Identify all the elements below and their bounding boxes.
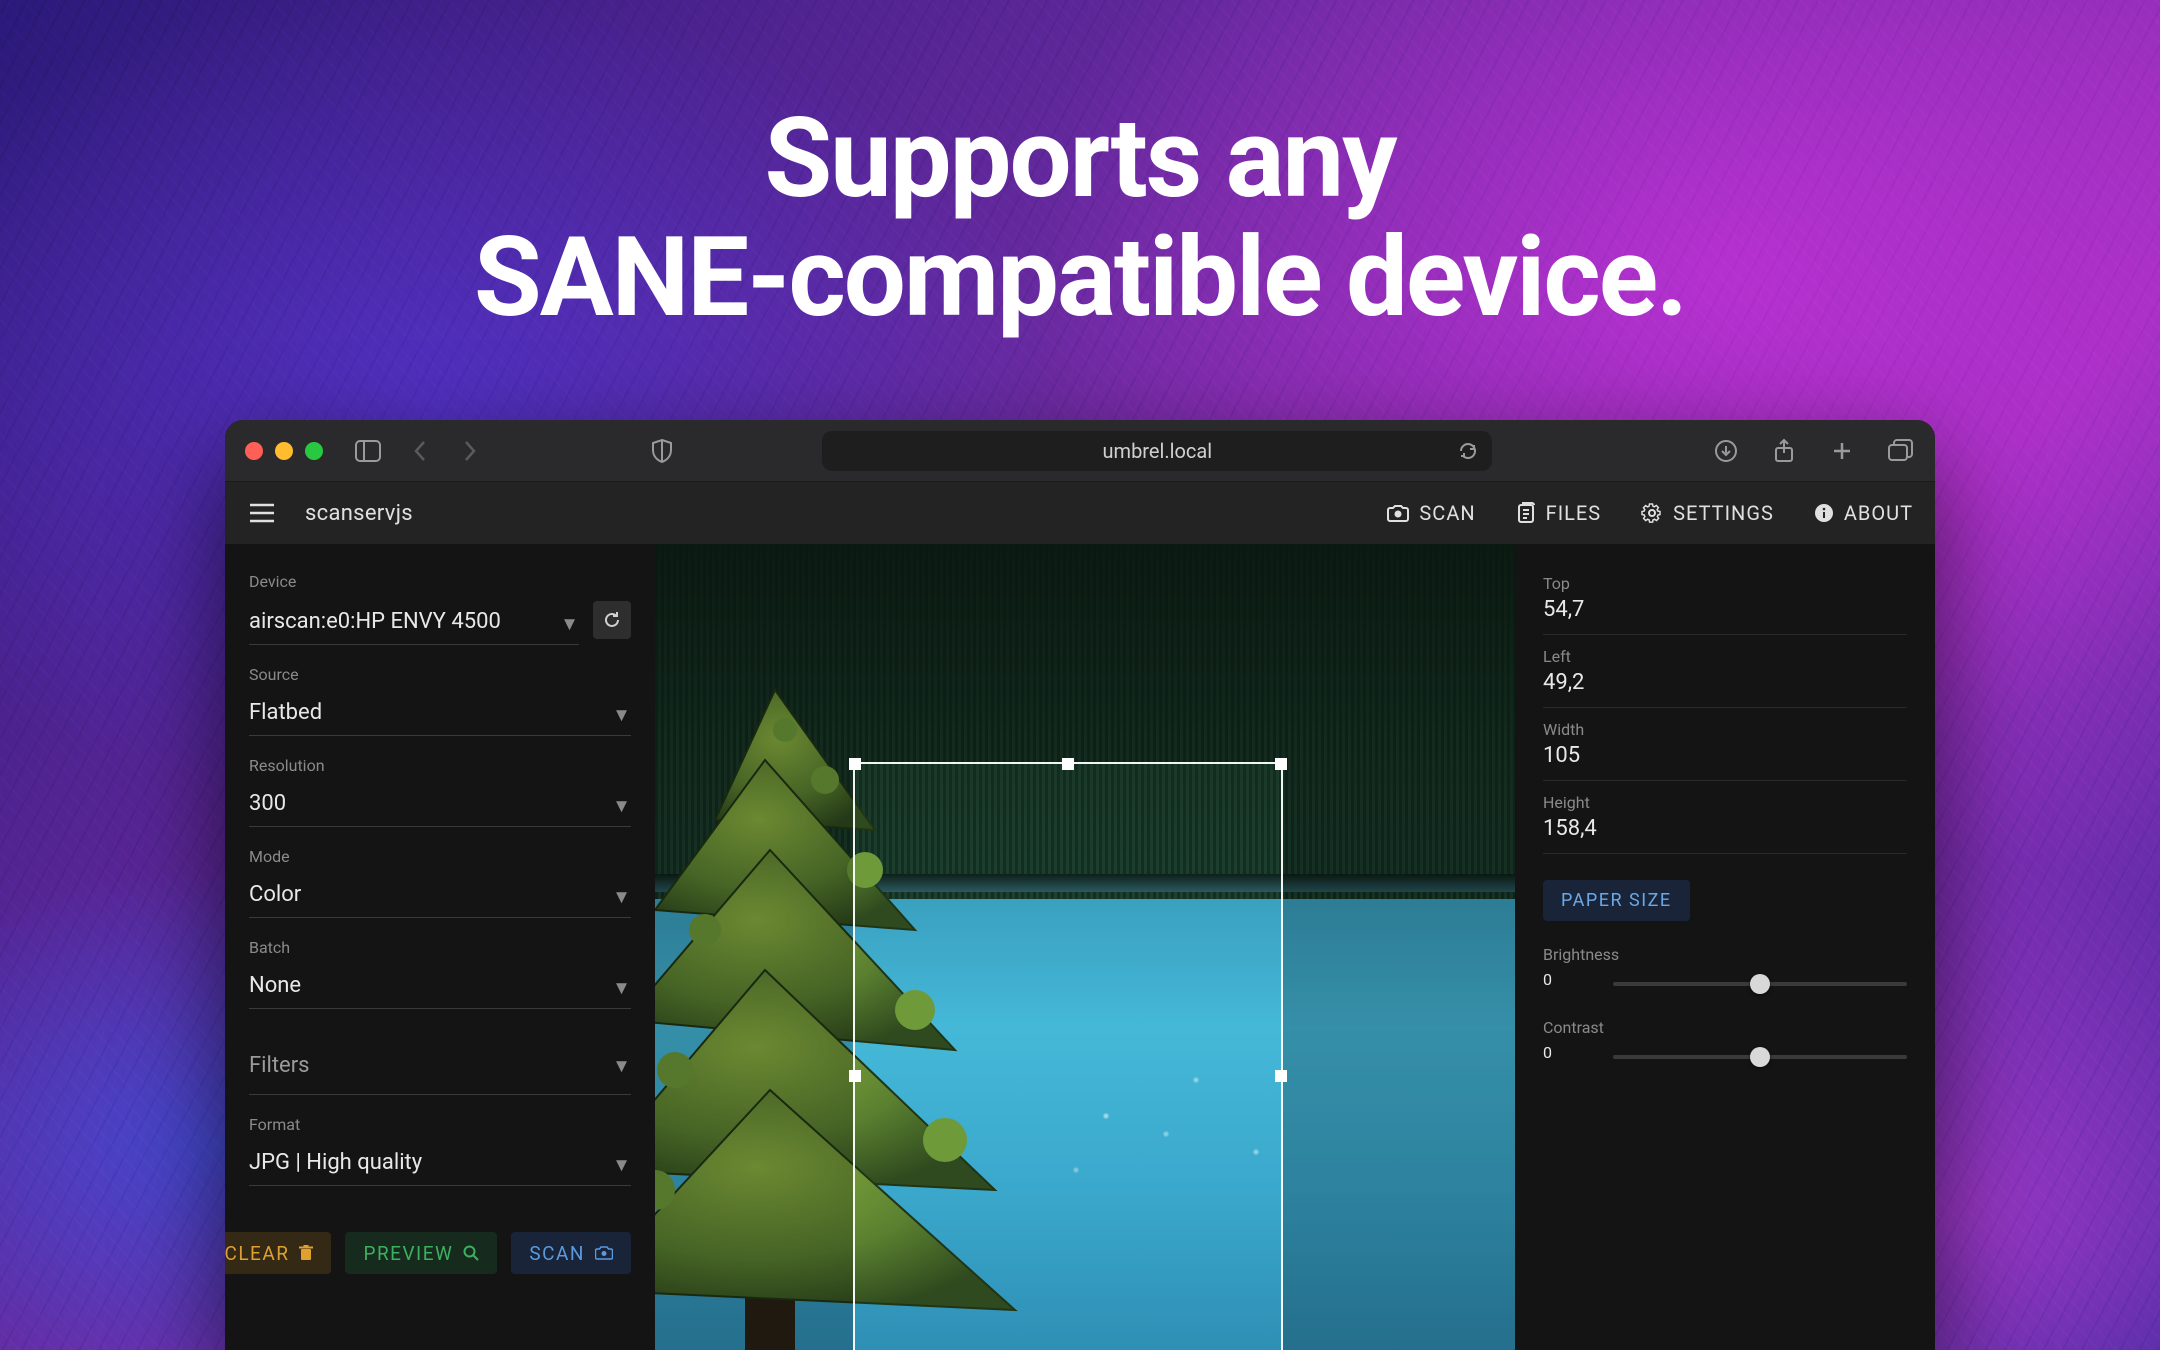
magnify-icon: [463, 1245, 479, 1261]
crop-handle-tm[interactable]: [1062, 758, 1074, 770]
preview-button-label: PREVIEW: [363, 1242, 453, 1265]
resolution-select-value: 300: [249, 791, 286, 816]
format-select[interactable]: JPG | High quality ▾: [249, 1144, 631, 1186]
filters-expander[interactable]: Filters ▾: [249, 1037, 631, 1095]
back-button[interactable]: [405, 436, 435, 466]
privacy-shield-icon[interactable]: [647, 436, 677, 466]
top-label: Top: [1543, 574, 1907, 593]
batch-select[interactable]: None ▾: [249, 967, 631, 1009]
crop-handle-tr[interactable]: [1275, 758, 1287, 770]
paper-size-button[interactable]: PAPER SIZE: [1543, 880, 1690, 921]
chevron-down-icon: ▾: [616, 793, 627, 818]
url-text: umbrel.local: [1103, 439, 1213, 463]
forward-button[interactable]: [455, 436, 485, 466]
refresh-devices-button[interactable]: [593, 601, 631, 639]
window-controls: [245, 442, 323, 460]
maximize-window-button[interactable]: [305, 442, 323, 460]
app-toolbar: scanservjs SCAN FILES SETTINGS ABOUT: [225, 482, 1935, 544]
left-value[interactable]: 49,2: [1543, 666, 1907, 708]
chevron-down-icon: ▾: [616, 884, 627, 909]
tabs-overview-icon[interactable]: [1885, 436, 1915, 466]
source-select[interactable]: Flatbed ▾: [249, 694, 631, 736]
crop-handle-ml[interactable]: [849, 1070, 861, 1082]
format-label: Format: [249, 1115, 631, 1134]
settings-panel: Device airscan:e0:HP ENVY 4500 ▾ Source …: [225, 544, 655, 1350]
contrast-label: Contrast: [1543, 1018, 1604, 1037]
camera-icon: [1387, 504, 1409, 522]
brightness-value: 0: [1543, 970, 1593, 989]
preview-canvas[interactable]: [655, 544, 1515, 1350]
new-tab-icon[interactable]: [1827, 436, 1857, 466]
resolution-select[interactable]: 300 ▾: [249, 785, 631, 827]
camera-icon: [595, 1246, 613, 1260]
nav-about[interactable]: ABOUT: [1814, 501, 1913, 525]
nav-about-label: ABOUT: [1844, 501, 1913, 525]
hero-headline: Supports any SANE-compatible device.: [0, 100, 2160, 338]
brightness-slider[interactable]: [1613, 974, 1907, 994]
mode-select[interactable]: Color ▾: [249, 876, 631, 918]
nav-settings-label: SETTINGS: [1673, 501, 1774, 525]
height-value[interactable]: 158,4: [1543, 812, 1907, 854]
contrast-value: 0: [1543, 1043, 1593, 1062]
scan-button-label: SCAN: [529, 1242, 585, 1265]
nav-settings[interactable]: SETTINGS: [1641, 501, 1774, 525]
height-label: Height: [1543, 793, 1907, 812]
mode-label: Mode: [249, 847, 631, 866]
chevron-down-icon: ▾: [616, 1152, 627, 1177]
width-value[interactable]: 105: [1543, 739, 1907, 781]
geometry-panel: Top 54,7 Left 49,2 Width 105 Height 158,…: [1515, 544, 1935, 1350]
mode-select-value: Color: [249, 882, 301, 907]
source-select-value: Flatbed: [249, 700, 322, 725]
reload-icon[interactable]: [1458, 441, 1478, 461]
chevron-down-icon: ▾: [564, 611, 575, 636]
chevron-down-icon: ▾: [616, 975, 627, 1000]
close-window-button[interactable]: [245, 442, 263, 460]
top-value[interactable]: 54,7: [1543, 593, 1907, 635]
source-label: Source: [249, 665, 631, 684]
gear-icon: [1641, 502, 1663, 524]
hero-line-1: Supports any: [0, 100, 2160, 219]
nav-scan[interactable]: SCAN: [1387, 501, 1475, 525]
batch-label: Batch: [249, 938, 631, 957]
paper-size-label: PAPER SIZE: [1561, 890, 1672, 911]
hero-line-2: SANE-compatible device.: [0, 219, 2160, 338]
chevron-down-icon: ▾: [616, 702, 627, 727]
contrast-slider[interactable]: [1613, 1047, 1907, 1067]
chevron-down-icon: ▾: [616, 1053, 627, 1078]
browser-titlebar: umbrel.local: [225, 420, 1935, 482]
brightness-label: Brightness: [1543, 945, 1619, 964]
resolution-label: Resolution: [249, 756, 631, 775]
info-icon: [1814, 503, 1834, 523]
url-bar[interactable]: umbrel.local: [822, 431, 1492, 471]
files-icon: [1516, 502, 1536, 524]
clear-button-label: CLEAR: [225, 1242, 289, 1265]
trash-icon: [299, 1245, 313, 1261]
sidebar-toggle-icon[interactable]: [353, 436, 383, 466]
share-icon[interactable]: [1769, 436, 1799, 466]
preview-button[interactable]: PREVIEW: [345, 1232, 497, 1274]
crop-selection[interactable]: [853, 762, 1283, 1350]
nav-files-label: FILES: [1546, 501, 1602, 525]
app-title: scanservjs: [305, 501, 413, 526]
nav-files[interactable]: FILES: [1516, 501, 1602, 525]
crop-handle-mr[interactable]: [1275, 1070, 1287, 1082]
left-label: Left: [1543, 647, 1907, 666]
hamburger-menu-icon[interactable]: [247, 498, 277, 528]
scan-button[interactable]: SCAN: [511, 1232, 631, 1274]
device-label: Device: [249, 572, 631, 591]
downloads-icon[interactable]: [1711, 436, 1741, 466]
browser-window: umbrel.local scanservjs: [225, 420, 1935, 1350]
device-select-value: airscan:e0:HP ENVY 4500: [249, 609, 501, 634]
width-label: Width: [1543, 720, 1907, 739]
crop-handle-tl[interactable]: [849, 758, 861, 770]
batch-select-value: None: [249, 973, 301, 998]
app-content: Device airscan:e0:HP ENVY 4500 ▾ Source …: [225, 544, 1935, 1350]
minimize-window-button[interactable]: [275, 442, 293, 460]
filters-label: Filters: [249, 1053, 310, 1078]
device-select[interactable]: airscan:e0:HP ENVY 4500 ▾: [249, 603, 579, 645]
format-select-value: JPG | High quality: [249, 1150, 422, 1175]
clear-button[interactable]: CLEAR: [225, 1232, 331, 1274]
nav-scan-label: SCAN: [1419, 501, 1475, 525]
